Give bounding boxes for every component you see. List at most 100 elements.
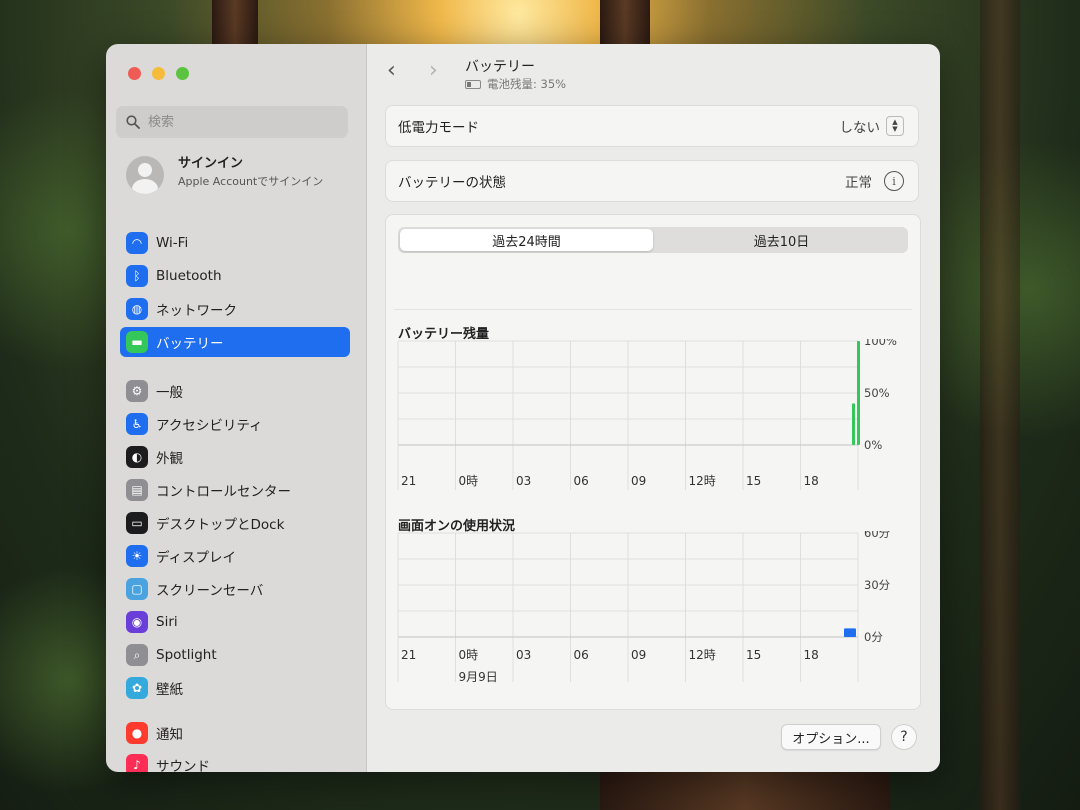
bar (852, 403, 855, 445)
x-tick-label: 15 (746, 648, 761, 662)
y-tick-label: 0分 (864, 630, 883, 644)
sidebar-item[interactable]: ▭ デスクトップとDock (120, 508, 350, 538)
forward-button[interactable]: › (429, 58, 438, 83)
chevron-up-down-icon: ▲ ▼ (886, 116, 904, 136)
sidebar-item-label: コントロールセンター (156, 484, 291, 500)
x-tick-label: 06 (574, 648, 589, 662)
x-tick-label: 18 (804, 474, 819, 488)
wifi-icon: ◠ (126, 232, 148, 254)
sidebar-item[interactable]: ⚙ 一般 (120, 376, 350, 406)
x-tick-label: 15 (746, 474, 761, 488)
account-title: サインイン (178, 156, 244, 171)
sidebar-item[interactable]: ♪ サウンド (120, 750, 350, 772)
sidebar-item-label: Wi-Fi (156, 235, 189, 251)
appearance-icon: ◐ (126, 446, 148, 468)
x-tick-label: 03 (516, 648, 531, 662)
sidebar-item-label: 壁紙 (156, 682, 183, 698)
x-tick-label: 06 (574, 474, 589, 488)
sidebar-item[interactable]: ▬ バッテリー (120, 327, 350, 357)
bluetooth-icon: ᛒ (126, 265, 148, 287)
battery-health-row: バッテリーの状態 正常 i (385, 160, 919, 202)
battery-status: 電池残量: 35% (465, 76, 566, 92)
sidebar-item[interactable]: ▤ コントロールセンター (120, 475, 350, 505)
sidebar-item[interactable]: ⌕ Spotlight (120, 640, 350, 670)
y-tick-label: 50% (864, 386, 890, 400)
low-power-mode-value: しない (839, 120, 881, 136)
sidebar-item-label: 一般 (156, 385, 183, 401)
close-button[interactable] (128, 67, 141, 80)
sidebar-item[interactable]: ◉ Siri (120, 607, 350, 637)
info-icon[interactable]: i (884, 171, 904, 191)
sidebar-item[interactable]: ◍ ネットワーク (120, 294, 350, 324)
sidebar: サインイン Apple Accountでサインイン ◠ Wi-Fi ᛒ Bluetoo… (106, 44, 367, 772)
help-button[interactable]: ? (891, 724, 917, 750)
sidebar-item-label: Bluetooth (156, 268, 222, 284)
minimize-button[interactable] (152, 67, 165, 80)
notification-icon: ● (126, 722, 148, 744)
spotlight-icon: ⌕ (126, 644, 148, 666)
screensaver-icon: ▢ (126, 578, 148, 600)
screen-usage-chart: 60分 30分 0分 21 0時 03 06 09 12時 15 18 9月9日 (397, 531, 891, 684)
display-icon: ☀ (126, 545, 148, 567)
time-range-segmented-control: 過去24時間 過去10日 (398, 227, 908, 253)
control-center-icon: ▤ (126, 479, 148, 501)
sidebar-item-label: ディスプレイ (156, 550, 237, 566)
battery-health-label: バッテリーの状態 (398, 175, 506, 191)
sidebar-item-label: アクセシビリティ (156, 418, 263, 434)
sidebar-item-label: Siri (156, 614, 178, 630)
tab-last-10-days[interactable]: 過去10日 (655, 227, 908, 253)
maximize-button[interactable] (176, 67, 189, 80)
sidebar-item-label: 外観 (156, 451, 183, 467)
sidebar-item[interactable]: ▢ スクリーンセーバ (120, 574, 350, 604)
x-tick-label: 09 (631, 648, 646, 662)
sidebar-item[interactable]: ◐ 外観 (120, 442, 350, 472)
sound-icon: ♪ (126, 754, 148, 772)
bar (857, 341, 860, 445)
main-content: ‹ › バッテリー 電池残量: 35% 低電力モード しない ▲ ▼ バッテリーの… (367, 44, 940, 772)
back-button[interactable]: ‹ (387, 58, 396, 83)
sidebar-item[interactable]: ᛒ Bluetooth (120, 261, 350, 291)
x-tick-label: 12時 (689, 474, 716, 488)
x-tick-label: 09 (631, 474, 646, 488)
y-tick-label: 0% (864, 438, 882, 452)
toolbar: ‹ › バッテリー 電池残量: 35% (367, 44, 940, 102)
x-tick-label: 18 (804, 648, 819, 662)
battery-status-text: 電池残量: 35% (487, 77, 567, 91)
x-tick-label: 21 (401, 474, 416, 488)
low-power-mode-label: 低電力モード (398, 120, 479, 136)
globe-icon: ◍ (126, 298, 148, 320)
account-subtitle: Apple Accountでサインイン (178, 175, 324, 188)
search-field[interactable] (116, 106, 348, 138)
battery-level-chart: 100% 50% 0% 21 0時 03 06 09 12時 15 18 (397, 339, 897, 490)
sidebar-item[interactable]: ☀ ディスプレイ (120, 541, 350, 571)
tab-last-24-hours[interactable]: 過去24時間 (400, 229, 653, 251)
options-button[interactable]: オプション... (781, 724, 881, 750)
siri-icon: ◉ (126, 611, 148, 633)
wallpaper-icon: ✿ (126, 677, 148, 699)
sidebar-item[interactable]: ◠ Wi-Fi (120, 228, 350, 258)
x-tick-label: 0時 (459, 474, 479, 488)
x-tick-label: 12時 (689, 648, 716, 662)
account-signin[interactable]: サインイン Apple Accountでサインイン (126, 152, 346, 212)
sidebar-item[interactable]: ✿ 壁紙 (120, 673, 350, 703)
low-power-mode-row: 低電力モード しない ▲ ▼ (385, 105, 919, 147)
x-tick-label: 0時 (459, 648, 479, 662)
search-input[interactable] (146, 113, 340, 131)
sidebar-item[interactable]: ● 通知 (120, 718, 350, 748)
y-tick-label: 60分 (864, 531, 891, 540)
sidebar-item-label: Spotlight (156, 647, 217, 663)
sidebar-item-label: ネットワーク (156, 303, 237, 319)
sidebar-item[interactable]: ♿ アクセシビリティ (120, 409, 350, 439)
desktop-dock-icon: ▭ (126, 512, 148, 534)
battery-icon: ▬ (126, 331, 148, 353)
battery-level-icon (465, 79, 481, 89)
page-title: バッテリー (465, 59, 535, 75)
sidebar-item-label: バッテリー (156, 336, 224, 352)
y-tick-label: 100% (864, 339, 897, 348)
x-sublabel: 9月9日 (459, 670, 498, 684)
avatar (126, 156, 164, 194)
usage-panel: 過去24時間 過去10日 バッテリー残量 100% 50% 0% 21 0時 03 06 09… (385, 214, 921, 710)
bar (844, 628, 856, 637)
x-tick-label: 03 (516, 474, 531, 488)
low-power-mode-popup[interactable]: しない ▲ ▼ (839, 116, 904, 136)
